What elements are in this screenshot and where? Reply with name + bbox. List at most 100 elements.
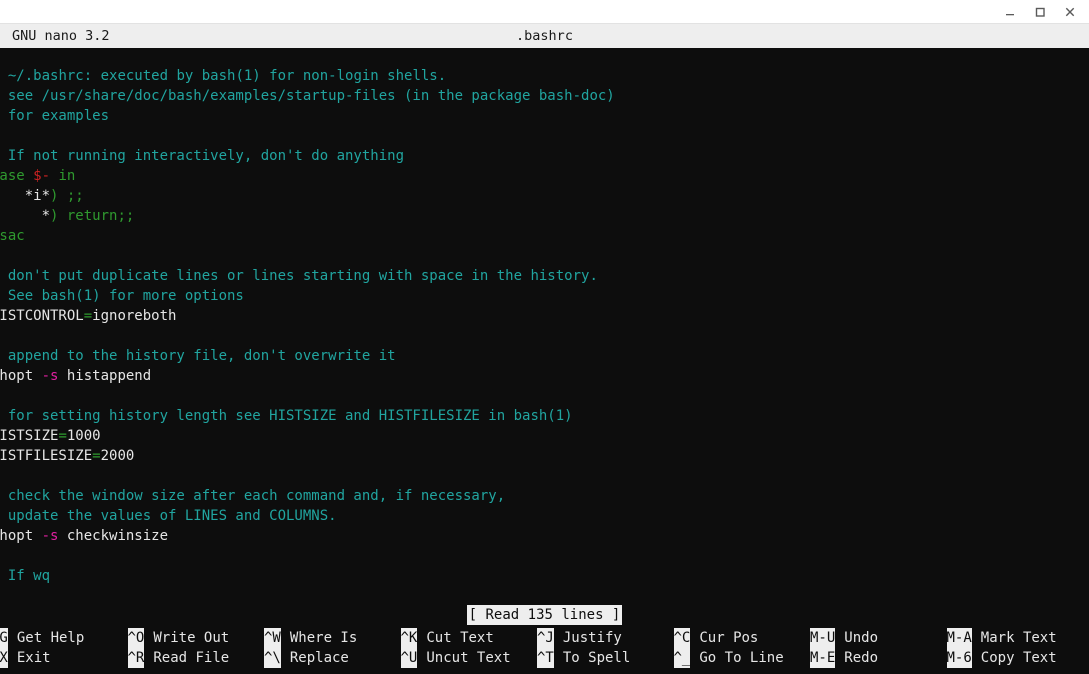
code-token: * [41, 208, 51, 224]
shortcut-key: ^R [127, 648, 145, 668]
code-line[interactable]: esac [0, 226, 1089, 246]
shortcut-undo[interactable]: M-U Undo [810, 628, 947, 648]
shortcut-key: M-U [810, 628, 836, 648]
minimize-icon [1006, 13, 1014, 15]
shortcut-key: ^\ [264, 648, 281, 668]
shortcut-write-out[interactable]: ^O Write Out [127, 628, 265, 648]
shortcut-cur-pos[interactable]: ^C Cur Pos [673, 628, 811, 648]
status-message-wrap: [ Read 135 lines ] [0, 604, 1089, 626]
code-token: *i* [24, 188, 51, 204]
shortcut-label: Where Is [289, 630, 358, 646]
code-line[interactable]: *) return;; [0, 206, 1089, 226]
code-token: HISTCONTROL [0, 308, 84, 324]
shortcut-label: Write Out [153, 630, 230, 646]
maximize-icon [1035, 7, 1045, 17]
code-token: in [50, 168, 76, 184]
code-token: $- [33, 168, 51, 184]
code-token: 2000 [100, 448, 135, 464]
code-token: # for examples [0, 108, 110, 124]
code-line[interactable]: # See bash(1) for more options [0, 286, 1089, 306]
code-line[interactable]: *i*) ;; [0, 186, 1089, 206]
shortcut-justify[interactable]: ^J Justify [537, 628, 674, 648]
shortcut-label: Cut Text [426, 630, 494, 646]
code-token: # If not running interactively, don't do… [0, 148, 405, 164]
code-token: = [83, 308, 93, 324]
shortcut-key: ^K [400, 628, 418, 648]
editor-viewport[interactable]: # ~/.bashrc: executed by bash(1) for non… [0, 48, 1089, 604]
shortcut-label: Uncut Text [426, 650, 511, 666]
shortcut-key: ^U [400, 648, 418, 668]
shortcut-exit[interactable]: ^X Exit [0, 648, 128, 668]
shortcut-key: ^T [537, 648, 554, 668]
shortcut-label: Get Help [16, 630, 85, 646]
nano-window: GNU nano 3.2 .bashrc # ~/.bashrc: execut… [0, 0, 1089, 674]
code-token: esac [0, 228, 25, 244]
shortcut-copy-text[interactable]: M-6 Copy Text [946, 648, 1084, 668]
close-button[interactable] [1055, 1, 1085, 23]
code-line[interactable]: # If not running interactively, don't do… [0, 146, 1089, 166]
shortcut-label: Replace [289, 650, 349, 666]
shortcut-where-is[interactable]: ^W Where Is [264, 628, 401, 648]
code-token: # See bash(1) for more options [0, 288, 244, 304]
code-line[interactable]: # check the window size after each comma… [0, 486, 1089, 506]
shortcut-go-to-line[interactable]: ^_ Go To Line [673, 648, 811, 668]
code-token: # append to the history file, don't over… [0, 348, 396, 364]
status-bar: [ Read 135 lines ] [0, 604, 1089, 626]
code-token: = [92, 448, 101, 464]
code-token: shopt [0, 528, 34, 544]
shortcut-help-bar: ^G Get Help ^O Write Out ^W Where Is ^K Cut Tex… [0, 626, 1089, 674]
shortcut-key: ^J [537, 628, 554, 648]
shortcut-uncut-text[interactable]: ^U Uncut Text [400, 648, 538, 668]
shortcut-key: ^_ [673, 648, 691, 668]
nano-header-bar: GNU nano 3.2 .bashrc [0, 24, 1089, 48]
code-line[interactable] [0, 386, 1089, 406]
shortcut-replace[interactable]: ^\ Replace [264, 648, 401, 668]
code-line[interactable]: # update the values of LINES and COLUMNS… [0, 506, 1089, 526]
code-token: # update the values of LINES and COLUMNS… [0, 508, 337, 524]
code-token: # check the window size after each comma… [0, 488, 506, 504]
window-titlebar [0, 0, 1089, 24]
shortcut-key: M-E [810, 648, 836, 668]
code-line[interactable] [0, 246, 1089, 266]
shortcut-key: M-A [946, 628, 972, 648]
code-line[interactable]: shopt -s checkwinsize [0, 526, 1089, 546]
shortcut-label: Cur Pos [699, 630, 759, 646]
shortcut-to-spell[interactable]: ^T To Spell [537, 648, 674, 668]
shortcut-mark-text[interactable]: M-A Mark Text [946, 628, 1084, 648]
code-line[interactable]: HISTSIZE=1000 [0, 426, 1089, 446]
code-token: -s [41, 368, 59, 384]
shortcut-label: Redo [844, 650, 879, 666]
code-line[interactable]: # for setting history length see HISTSIZ… [0, 406, 1089, 426]
code-line[interactable]: HISTFILESIZE=2000 [0, 446, 1089, 466]
maximize-button[interactable] [1025, 1, 1055, 23]
code-line[interactable]: # ~/.bashrc: executed by bash(1) for non… [0, 66, 1089, 86]
window-controls [995, 1, 1085, 23]
code-line[interactable]: # for examples [0, 106, 1089, 126]
shortcut-label: Mark Text [980, 630, 1057, 646]
nano-filename-label: .bashrc [516, 28, 573, 44]
code-line[interactable] [0, 466, 1089, 486]
minimize-button[interactable] [995, 1, 1025, 23]
shortcut-key: ^X [0, 648, 8, 668]
code-line[interactable]: case $- in [0, 166, 1089, 186]
code-line[interactable] [0, 546, 1089, 566]
status-message: [ Read 135 lines ] [466, 605, 623, 625]
code-line[interactable] [0, 126, 1089, 146]
code-area[interactable]: # ~/.bashrc: executed by bash(1) for non… [0, 66, 1089, 586]
code-line[interactable]: # append to the history file, don't over… [0, 346, 1089, 366]
shortcut-key: ^C [673, 628, 691, 648]
code-line[interactable]: # see /usr/share/doc/bash/examples/start… [0, 86, 1089, 106]
shortcut-cut-text[interactable]: ^K Cut Text [400, 628, 538, 648]
code-line[interactable]: # If wq [0, 566, 1089, 586]
code-line[interactable] [0, 326, 1089, 346]
code-token: # see /usr/share/doc/bash/examples/start… [0, 88, 615, 104]
code-line[interactable]: shopt -s histappend [0, 366, 1089, 386]
shortcut-row-2: ^X Exit ^R Read File ^\ Replace ^U Uncut Text ^T… [0, 648, 1089, 668]
code-line[interactable]: HISTCONTROL=ignoreboth [0, 306, 1089, 326]
code-token: # If wq [7, 568, 51, 584]
shortcut-get-help[interactable]: ^G Get Help [0, 628, 128, 648]
code-token: shopt [0, 368, 34, 384]
shortcut-redo[interactable]: M-E Redo [810, 648, 947, 668]
shortcut-read-file[interactable]: ^R Read File [127, 648, 265, 668]
code-line[interactable]: # don't put duplicate lines or lines sta… [0, 266, 1089, 286]
